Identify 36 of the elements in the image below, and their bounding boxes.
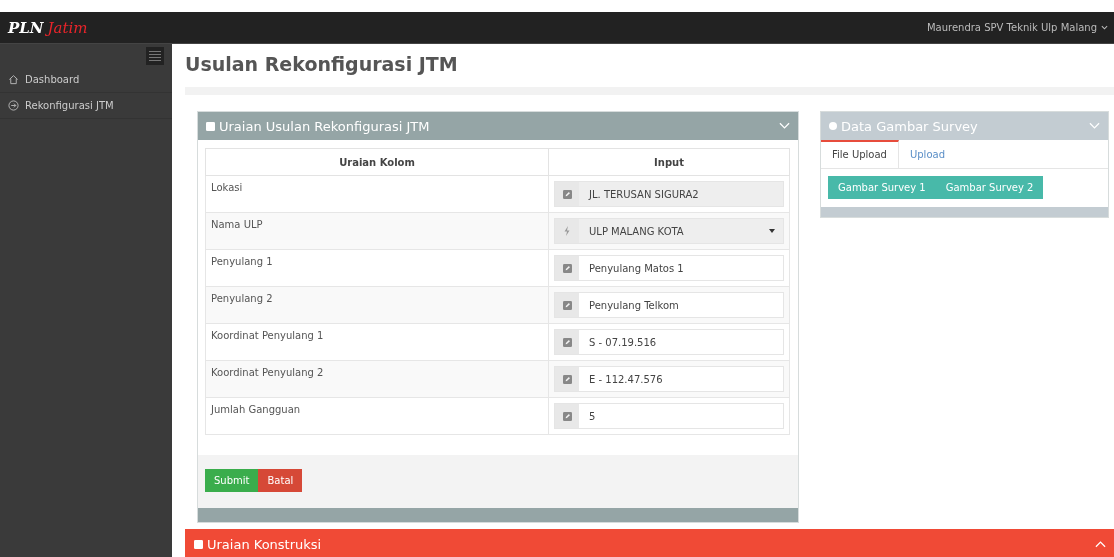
panel-title: Uraian Usulan Rekonfigurasi JTM (219, 118, 430, 134)
home-icon (8, 74, 19, 85)
user-menu[interactable]: Maurendra SPV Teknik Ulp Malang (926, 22, 1108, 33)
panel-title: Uraian Konstruksi (207, 536, 322, 552)
page-title: Usulan Rekonfigurasi JTM (185, 53, 458, 75)
chevron-up-icon[interactable] (1095, 540, 1106, 548)
chevron-down-icon[interactable] (779, 122, 790, 130)
sidebar-item[interactable]: Rekonfigurasi JTM (0, 93, 172, 119)
input-field[interactable]: S - 07.19.516 (554, 329, 784, 355)
caret-icon (769, 229, 775, 233)
input-field[interactable]: JL. TERUSAN SIGURA2 (554, 181, 784, 207)
cancel-button[interactable]: Batal (258, 469, 303, 492)
sidebar-item[interactable]: Dashboard (0, 67, 172, 93)
tab[interactable]: Upload (898, 140, 956, 168)
input-field[interactable]: E - 112.47.576 (554, 366, 784, 392)
select-field[interactable]: ULP MALANG KOTA (554, 218, 784, 244)
field-label: Penyulang 2 (210, 292, 274, 306)
info-icon (829, 122, 837, 130)
field-label: Lokasi (210, 181, 244, 195)
panel-title: Data Gambar Survey (841, 118, 978, 134)
field-label: Koordinat Penyulang 2 (210, 366, 325, 380)
field-label: Jumlah Gangguan (209, 403, 302, 417)
field-label: Penyulang 1 (210, 255, 274, 269)
chevron-down-icon (1101, 25, 1108, 30)
menu-toggle-button[interactable] (146, 47, 164, 65)
input-field[interactable]: Penyulang Matos 1 (554, 255, 784, 281)
input-field[interactable]: 5 (554, 403, 784, 429)
field-label: Nama ULP (210, 218, 264, 232)
column-header: Uraian Kolom (339, 156, 415, 168)
input-field[interactable]: Penyulang Telkom (554, 292, 784, 318)
arrow-circle-icon (8, 100, 19, 111)
tab[interactable]: File Upload (821, 140, 899, 168)
construction-panel-header[interactable]: Uraian Konstruksi (185, 529, 1114, 557)
field-label: Koordinat Penyulang 1 (210, 329, 325, 343)
column-header: Input (654, 156, 684, 168)
bolt-icon (563, 226, 571, 236)
